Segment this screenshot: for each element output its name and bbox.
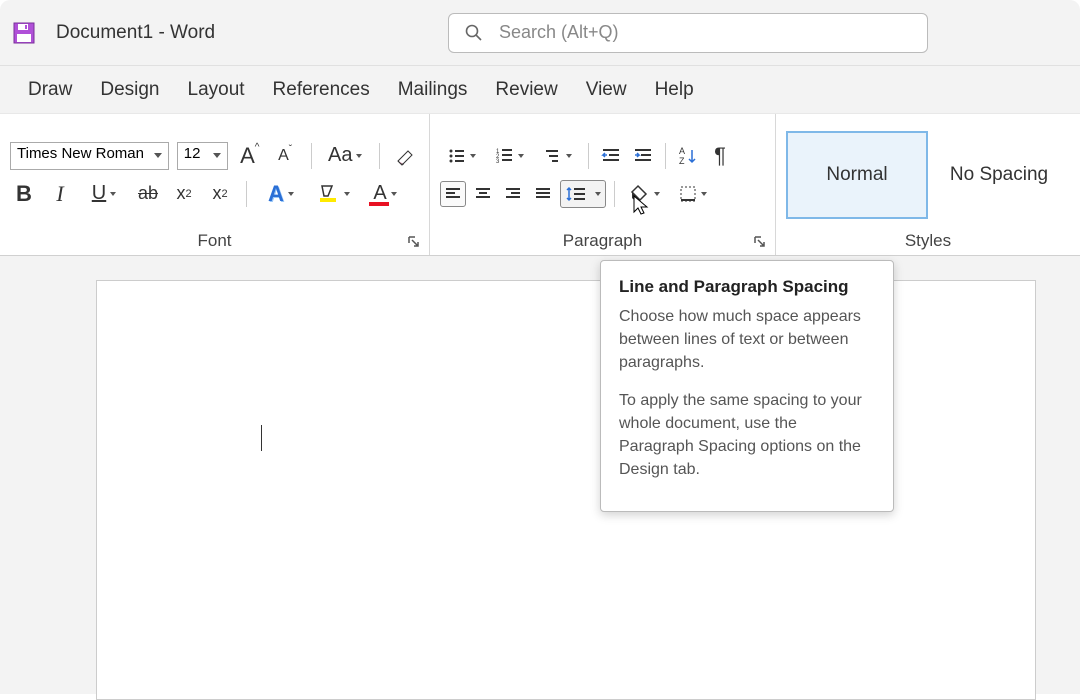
- svg-text:A: A: [679, 146, 685, 156]
- align-left-button[interactable]: [440, 181, 466, 207]
- style-no-spacing[interactable]: No Spacing: [928, 131, 1070, 219]
- justify-button[interactable]: [530, 181, 556, 207]
- line-spacing-icon: [561, 181, 591, 207]
- tooltip-title: Line and Paragraph Spacing: [619, 277, 875, 297]
- search-icon: [465, 24, 483, 42]
- svg-text:3: 3: [496, 159, 500, 165]
- font-group-label: Font: [10, 227, 419, 251]
- text-effects-button[interactable]: A: [259, 180, 303, 208]
- show-hide-marks-button[interactable]: ¶: [706, 142, 734, 170]
- menu-references[interactable]: References: [273, 79, 370, 101]
- menu-mailings[interactable]: Mailings: [398, 79, 468, 101]
- search-placeholder: Search (Alt+Q): [499, 22, 619, 43]
- decrease-font-icon[interactable]: Aˇ: [271, 142, 298, 170]
- increase-font-icon[interactable]: A^: [236, 142, 263, 170]
- font-color-button[interactable]: A: [363, 180, 407, 208]
- separator: [665, 143, 666, 169]
- superscript-button[interactable]: x2: [206, 180, 234, 208]
- menu-bar: Draw Design Layout References Mailings R…: [0, 66, 1080, 114]
- paragraph-group-label: Paragraph: [440, 227, 765, 251]
- tooltip-body: Choose how much space appears between li…: [619, 305, 875, 481]
- bold-button[interactable]: B: [10, 180, 38, 208]
- align-center-button[interactable]: [470, 181, 496, 207]
- line-spacing-dropdown[interactable]: [591, 181, 605, 207]
- save-icon[interactable]: [12, 21, 36, 45]
- borders-button[interactable]: [671, 180, 715, 208]
- increase-indent-button[interactable]: [629, 142, 657, 170]
- subscript-button[interactable]: x2: [170, 180, 198, 208]
- title-bar: Document1 - Word Search (Alt+Q): [0, 0, 1080, 66]
- document-canvas-area: [0, 256, 1080, 694]
- underline-button[interactable]: U: [82, 180, 126, 208]
- document-title: Document1 - Word: [56, 22, 215, 44]
- paragraph-dialog-launcher[interactable]: [753, 235, 767, 249]
- separator: [379, 143, 380, 169]
- multilevel-list-button[interactable]: [536, 142, 580, 170]
- change-case-button[interactable]: Aa: [324, 142, 367, 170]
- tooltip-p1: Choose how much space appears between li…: [619, 305, 875, 375]
- tooltip-line-spacing: Line and Paragraph Spacing Choose how mu…: [600, 260, 894, 512]
- tooltip-p2: To apply the same spacing to your whole …: [619, 389, 875, 482]
- italic-button[interactable]: I: [46, 180, 74, 208]
- sort-button[interactable]: AZ: [674, 142, 702, 170]
- bullets-button[interactable]: [440, 142, 484, 170]
- styles-group-label: Styles: [786, 227, 1070, 251]
- separator: [311, 143, 312, 169]
- svg-text:Z: Z: [679, 156, 685, 166]
- styles-group: Normal No Spacing Styles: [776, 114, 1080, 255]
- separator: [588, 143, 589, 169]
- menu-help[interactable]: Help: [655, 79, 694, 101]
- shading-button[interactable]: [623, 180, 667, 208]
- menu-layout[interactable]: Layout: [188, 79, 245, 101]
- align-right-button[interactable]: [500, 181, 526, 207]
- style-normal[interactable]: Normal: [786, 131, 928, 219]
- highlight-button[interactable]: [311, 180, 355, 208]
- menu-draw[interactable]: Draw: [28, 79, 72, 101]
- numbering-button[interactable]: 123: [488, 142, 532, 170]
- document-page[interactable]: [96, 280, 1036, 700]
- separator: [246, 181, 247, 207]
- menu-design[interactable]: Design: [100, 79, 159, 101]
- separator: [614, 181, 615, 207]
- font-group: Times New Roman 12 A^ Aˇ Aa B I U ab x2 …: [0, 114, 430, 255]
- ribbon: Times New Roman 12 A^ Aˇ Aa B I U ab x2 …: [0, 114, 1080, 256]
- paragraph-group: 123 AZ ¶: [430, 114, 776, 255]
- decrease-indent-button[interactable]: [597, 142, 625, 170]
- font-name-select[interactable]: Times New Roman: [10, 142, 169, 170]
- text-cursor: [261, 425, 262, 451]
- clear-formatting-icon[interactable]: [392, 142, 419, 170]
- font-dialog-launcher[interactable]: [407, 235, 421, 249]
- menu-review[interactable]: Review: [495, 79, 557, 101]
- line-spacing-button[interactable]: [560, 180, 606, 208]
- font-size-select[interactable]: 12: [177, 142, 228, 170]
- menu-view[interactable]: View: [586, 79, 627, 101]
- strikethrough-button[interactable]: ab: [134, 180, 162, 208]
- search-box[interactable]: Search (Alt+Q): [448, 13, 928, 53]
